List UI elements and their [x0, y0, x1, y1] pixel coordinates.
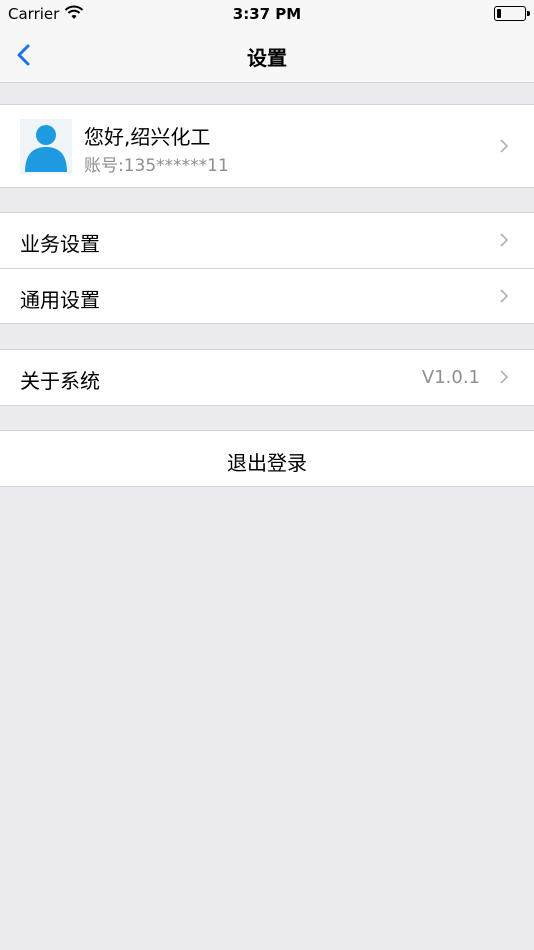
business-settings-row[interactable]: 业务设置	[0, 213, 534, 268]
chevron-right-icon	[500, 139, 509, 153]
chevron-right-icon	[500, 289, 509, 303]
settings-group: 业务设置 通用设置	[0, 212, 534, 324]
battery-icon	[494, 6, 530, 21]
business-settings-label: 业务设置	[20, 232, 100, 256]
status-time: 3:37 PM	[232, 5, 302, 23]
general-settings-label: 通用设置	[20, 288, 100, 312]
about-system-row[interactable]: 关于系统 V1.0.1	[0, 350, 534, 405]
chevron-right-icon	[500, 370, 509, 384]
avatar-icon	[20, 119, 72, 174]
version-value: V1.0.1	[421, 367, 480, 388]
profile-row[interactable]: 您好,绍兴化工 账号:135******11	[0, 105, 534, 187]
navigation-bar: 设置	[0, 28, 534, 83]
chevron-right-icon	[500, 233, 509, 247]
logout-button[interactable]: 退出登录	[0, 431, 534, 486]
status-bar: Carrier 3:37 PM	[0, 0, 534, 28]
general-settings-row[interactable]: 通用设置	[0, 268, 534, 323]
about-group: 关于系统 V1.0.1	[0, 349, 534, 406]
logout-group: 退出登录	[0, 430, 534, 487]
page-title: 设置	[247, 46, 287, 70]
profile-account: 账号:135******11	[84, 156, 229, 176]
about-system-label: 关于系统	[20, 369, 100, 393]
profile-group: 您好,绍兴化工 账号:135******11	[0, 104, 534, 188]
profile-greeting: 您好,绍兴化工	[84, 125, 211, 149]
